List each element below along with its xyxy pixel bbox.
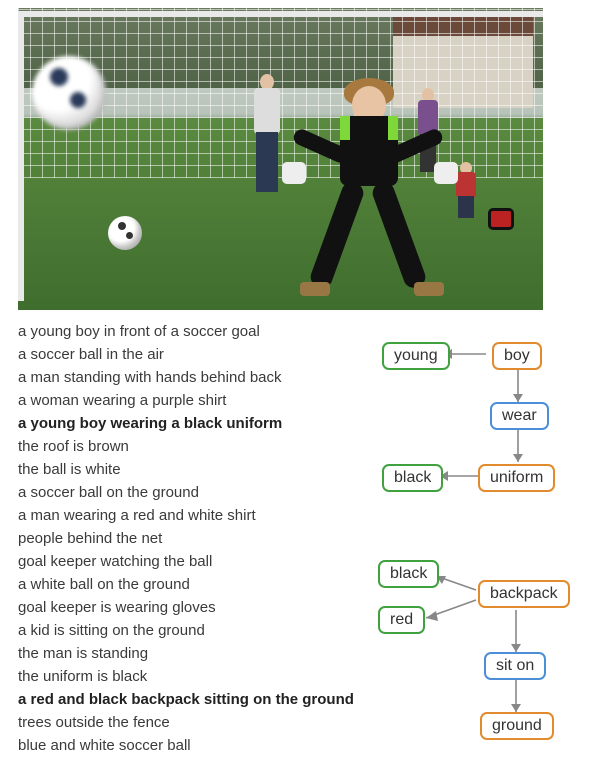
caption-line: a soccer ball on the ground [18, 481, 348, 504]
soccer-ball-ground [108, 216, 142, 250]
graph-node-siton: sit on [484, 652, 546, 680]
caption-line: blue and white soccer ball [18, 734, 348, 757]
caption-line: a man wearing a red and white shirt [18, 504, 348, 527]
goal-keeper [286, 86, 466, 306]
caption-line: a woman wearing a purple shirt [18, 389, 348, 412]
caption-line: people behind the net [18, 527, 348, 550]
man-spectator [250, 74, 284, 214]
caption-line: the man is standing [18, 642, 348, 665]
caption-list: a young boy in front of a soccer goala s… [18, 320, 348, 757]
graph-node-wear: wear [490, 402, 549, 430]
goal-crossbar [18, 11, 543, 17]
caption-line: the uniform is black [18, 665, 348, 688]
caption-line: a soccer ball in the air [18, 343, 348, 366]
scene-graph-backpack: black red backpack sit on ground [360, 556, 585, 756]
graph-node-black: black [382, 464, 443, 492]
graph-node-ground: ground [480, 712, 554, 740]
scene-image [18, 8, 543, 310]
caption-line: a young boy wearing a black uniform [18, 412, 348, 435]
caption-line: a white ball on the ground [18, 573, 348, 596]
caption-line: trees outside the fence [18, 711, 348, 734]
graph-node-backpack: backpack [478, 580, 570, 608]
caption-line: goal keeper is wearing gloves [18, 596, 348, 619]
graph-node-uniform: uniform [478, 464, 555, 492]
scene-graphs: young boy wear black uniform black red b… [360, 326, 585, 776]
graph-node-black2: black [378, 560, 439, 588]
caption-line: a red and black backpack sitting on the … [18, 688, 348, 711]
backpack [488, 208, 514, 230]
graph-node-young: young [382, 342, 450, 370]
graph-node-boy: boy [492, 342, 542, 370]
graph-node-red: red [378, 606, 425, 634]
goal-post [18, 11, 24, 301]
scene-graph-uniform: young boy wear black uniform [360, 336, 585, 526]
caption-line: the ball is white [18, 458, 348, 481]
soccer-ball-air [32, 56, 106, 130]
caption-line: a kid is sitting on the ground [18, 619, 348, 642]
caption-line: a man standing with hands behind back [18, 366, 348, 389]
caption-line: the roof is brown [18, 435, 348, 458]
caption-line: goal keeper watching the ball [18, 550, 348, 573]
caption-line: a young boy in front of a soccer goal [18, 320, 348, 343]
